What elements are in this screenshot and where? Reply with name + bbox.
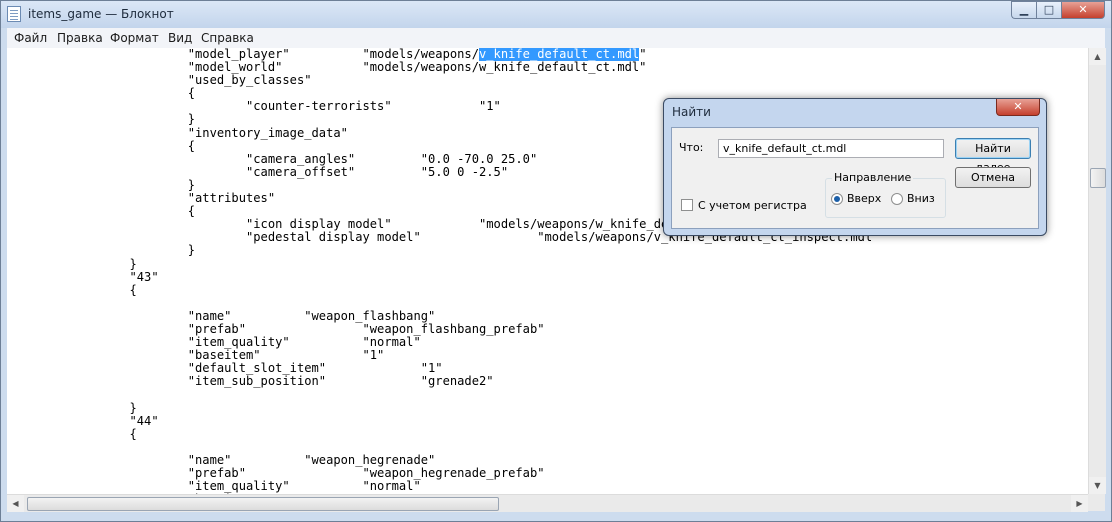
scroll-right-arrow-icon[interactable]: ▶ [1071,495,1088,512]
editor-line: "camera_angles" "0.0 -70.0 25.0" [13,151,538,166]
find-next-button[interactable]: Найти далее [955,138,1031,174]
menu-bar: Файл Правка Формат Вид Справка [7,28,1105,49]
menu-format[interactable]: Формат [110,31,159,45]
menu-help[interactable]: Справка [201,31,254,45]
match-case-label: С учетом регистра [698,199,807,212]
direction-group: Направление Вверх Вниз [825,171,946,218]
editor-line: { [13,282,137,297]
direction-label: Направление [832,171,914,184]
window-title: items_game — Блокнот [28,7,174,21]
menu-edit[interactable]: Правка [57,31,103,45]
editor-line: } [13,112,196,127]
editor-line: } [13,256,137,271]
editor-line: "44" [13,413,159,428]
match-case-checkbox[interactable] [681,199,693,211]
editor-line: "default_slot_item" "1" [13,361,443,376]
editor-line: "item_quality" "normal" [13,335,421,350]
editor-line: "model_world" "models/weapons/w_knife_de… [13,60,647,75]
editor-line: { [13,86,196,101]
direction-up-label: Вверх [847,192,882,205]
editor-line: "camera_offset" "5.0 0 -2.5" [13,164,509,179]
window-controls: ▁ □ ✕ [1011,1,1105,19]
editor-line-first: "model_player" "models/weapons/v_knife_d… [13,48,647,61]
find-dialog-body: Что: v_knife_default_ct.mdl Найти далее … [671,127,1039,229]
notepad-window: items_game — Блокнот ▁ □ ✕ Файл Правка Ф… [0,0,1112,522]
maximize-button[interactable]: □ [1036,1,1061,19]
vertical-scroll-thumb[interactable] [1090,168,1106,188]
selected-text: v_knife_default_ct.mdl [479,48,640,61]
editor-line: "name" "weapon_hegrenade" [13,452,436,467]
editor-line: } [13,177,196,192]
editor-line: "attributes" [13,191,276,206]
find-dialog: Найти ✕ Что: v_knife_default_ct.mdl Найт… [663,98,1047,236]
editor-line: { [13,138,196,153]
editor-line: "prefab" "weapon_hegrenade_prefab" [13,466,545,480]
scrollbar-corner [1088,494,1105,511]
find-what-label: Что: [679,141,704,154]
find-what-input[interactable]: v_knife_default_ct.mdl [718,139,944,158]
horizontal-scrollbar[interactable]: ◀ ▶ [7,494,1088,512]
scroll-left-arrow-icon[interactable]: ◀ [7,495,24,512]
scroll-down-arrow-icon[interactable]: ▼ [1089,477,1106,494]
editor-line: "baseitem" "1" [13,348,385,363]
menu-view[interactable]: Вид [168,31,192,45]
editor-line: { [13,204,196,219]
notepad-icon [7,6,21,22]
editor-line: } [13,243,196,258]
editor-line: { [13,426,137,441]
vertical-scrollbar[interactable]: ▲ ▼ [1088,48,1106,494]
direction-down-label: Вниз [907,192,935,205]
direction-up-radio[interactable] [831,193,843,205]
cancel-button[interactable]: Отмена [955,167,1031,188]
editor-line: "item_sub_position" "grenade2" [13,374,494,389]
editor-line: } [13,400,137,415]
editor-line: "inventory_image_data" [13,125,348,140]
editor-line: "counter-terrorists" "1" [13,99,501,114]
editor-line: "item_quality" "normal" [13,479,421,494]
editor-line: "name" "weapon_flashbang" [13,308,436,323]
close-button[interactable]: ✕ [1061,1,1105,19]
scroll-up-arrow-icon[interactable]: ▲ [1089,48,1106,65]
editor-line: "used_by_classes" [13,73,312,88]
find-dialog-title: Найти [672,105,711,119]
editor-line: "prefab" "weapon_flashbang_prefab" [13,321,545,336]
title-bar[interactable]: items_game — Блокнот ▁ □ ✕ [1,1,1111,28]
menu-file[interactable]: Файл [14,31,47,45]
direction-down-radio[interactable] [891,193,903,205]
find-dialog-close-button[interactable]: ✕ [996,99,1040,116]
horizontal-scroll-thumb[interactable] [27,497,499,511]
minimize-button[interactable]: ▁ [1011,1,1036,19]
editor-line: "43" [13,269,159,284]
